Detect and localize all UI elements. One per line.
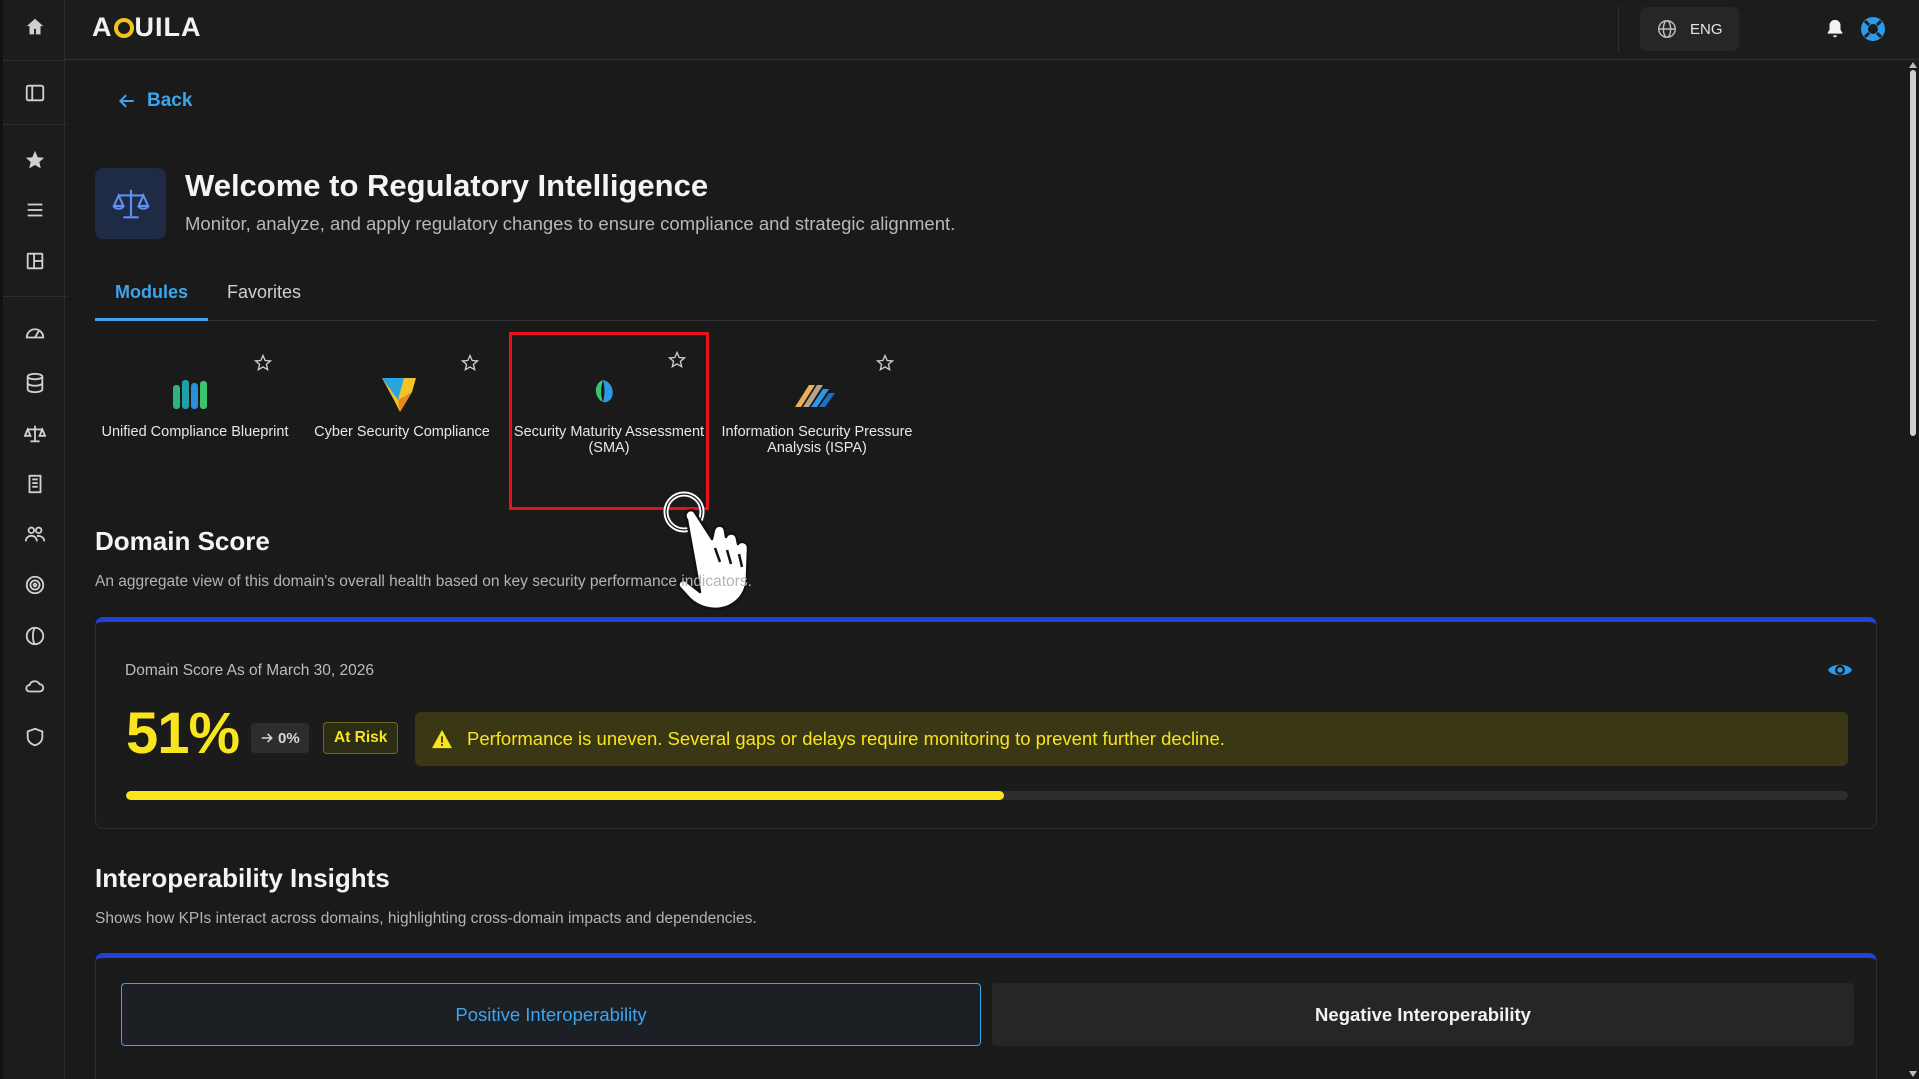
home-icon[interactable] [23,15,47,39]
scale-icon[interactable] [23,422,47,446]
list-icon[interactable] [23,198,47,222]
tab-negative-interoperability[interactable]: Negative Interoperability [992,983,1854,1046]
bars-icon [173,380,207,409]
eye-icon[interactable] [1827,660,1853,685]
interoperability-subtitle: Shows how KPIs interact across domains, … [95,910,757,927]
module-card[interactable]: Information Security Pressure Analysis (… [717,335,917,505]
panel-icon[interactable] [23,81,47,105]
logo-ring-icon [113,18,134,38]
tab-modules[interactable]: Modules [95,272,209,321]
page-subtitle: Monitor, analyze, and apply regulatory c… [185,213,956,234]
target-icon[interactable] [23,573,47,597]
warning-icon [432,729,452,749]
pointer-hand-icon [663,491,750,610]
shield-icon[interactable] [23,725,47,749]
language-selector[interactable]: ENG [1640,7,1739,51]
logo[interactable]: A UILA [92,12,202,43]
regulatory-scale-icon [95,168,166,239]
stripes-icon [795,385,835,407]
help-lifebuoy-icon[interactable] [1859,15,1887,48]
module-card-selected[interactable]: Security Maturity Assessment (SMA) [509,332,709,510]
module-label: Cyber Security Compliance [314,424,490,440]
interoperability-title: Interoperability Insights [95,863,390,893]
shield-shape-icon [382,378,416,412]
back-link[interactable]: Back [117,90,192,112]
globe-icon [1658,20,1676,38]
favorite-star-icon[interactable] [875,353,895,373]
alert-banner: Performance is uneven. Several gaps or d… [415,712,1848,766]
favorite-star-icon[interactable] [253,353,273,373]
scrollbar-thumb[interactable] [1910,70,1916,436]
domain-score-title: Domain Score [95,526,270,556]
main-content: Back Welcome to Regulatory Intelligence … [65,60,1906,1079]
arrow-left-icon [118,94,134,108]
leaf-icon [595,380,613,403]
modules-grid: Unified Compliance Blueprint Cyber Secur… [95,332,995,535]
domain-score-card: Domain Score As of March 30, 2026 51% 0%… [95,617,1877,829]
tab-bar: Modules Favorites [95,272,1877,321]
interoperability-card: Positive Interoperability Negative Inter… [95,953,1877,1079]
module-label: Information Security Pressure Analysis (… [721,424,913,456]
bell-icon[interactable] [1824,17,1846,46]
arrow-right-icon [261,733,273,743]
score-progress-bar [126,791,1848,800]
building-icon[interactable] [23,472,47,496]
tab-favorites[interactable]: Favorites [207,272,321,321]
users-icon[interactable] [23,522,47,546]
score-progress-fill [126,791,1005,800]
module-card[interactable]: Cyber Security Compliance [302,335,502,505]
scrollbar[interactable] [1906,60,1919,1079]
trend-badge: 0% [251,723,309,753]
favorite-star-icon[interactable] [460,353,480,373]
module-card[interactable]: Unified Compliance Blueprint [95,335,295,505]
alert-text: Performance is uneven. Several gaps or d… [467,728,1225,749]
database-icon[interactable] [23,371,47,395]
page-title: Welcome to Regulatory Intelligence [185,168,709,203]
layout-icon[interactable] [23,249,47,273]
cloud-icon[interactable] [23,674,47,698]
status-badge: At Risk [323,722,399,754]
module-label: Unified Compliance Blueprint [101,424,289,440]
gauge-icon[interactable] [23,320,47,344]
globe-icon[interactable] [23,624,47,648]
module-label: Security Maturity Assessment (SMA) [513,424,705,456]
domain-score-subtitle: An aggregate view of this domain's overa… [95,573,752,590]
scroll-down-arrow[interactable] [1909,1071,1917,1077]
favorite-star-icon[interactable] [667,350,687,370]
scroll-up-arrow[interactable] [1909,62,1917,68]
tab-positive-interoperability[interactable]: Positive Interoperability [121,983,981,1046]
score-date-label: Domain Score As of March 30, 2026 [125,662,374,679]
topbar: A UILA ENG [65,0,1919,60]
star-icon[interactable] [23,148,47,172]
language-label: ENG [1690,20,1723,38]
score-value: 51% [126,701,240,766]
sidebar [0,0,68,1079]
